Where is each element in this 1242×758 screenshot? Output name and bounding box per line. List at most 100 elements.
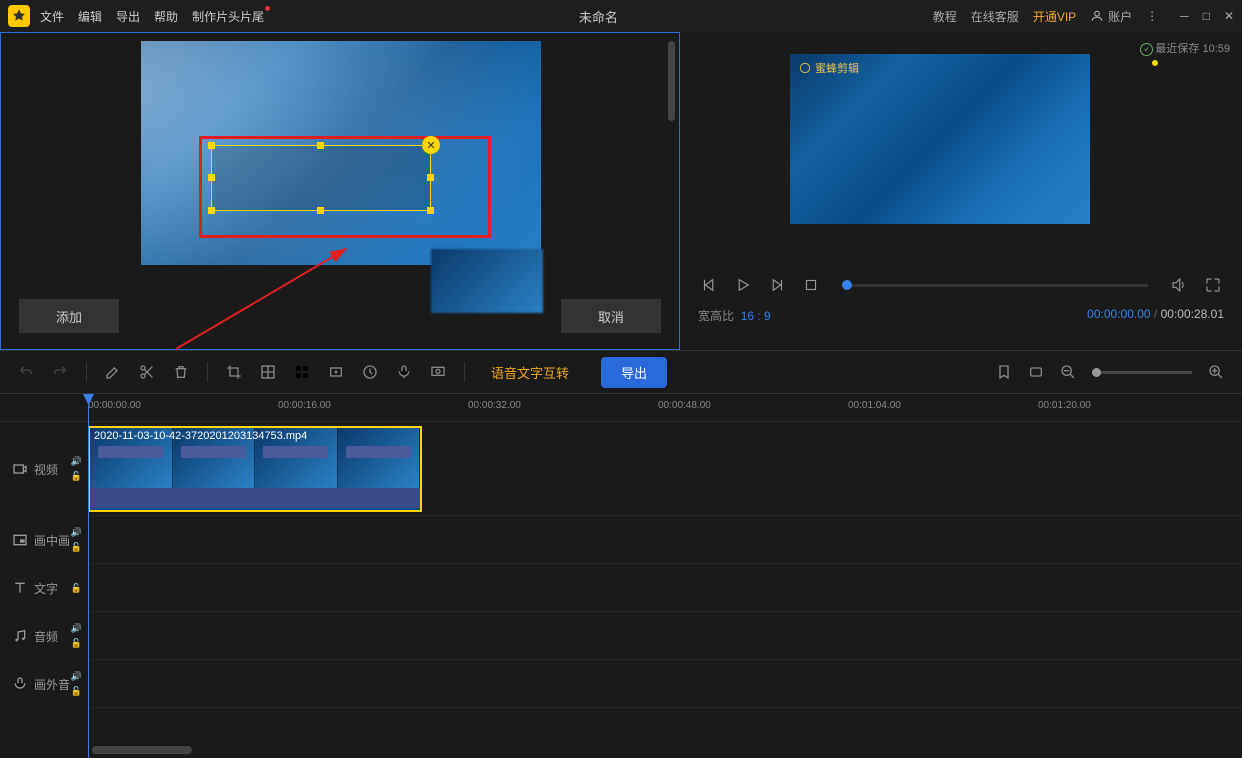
maximize-icon[interactable]: □	[1203, 9, 1210, 23]
account-link[interactable]: 账户	[1090, 8, 1132, 25]
audio-track-icon	[12, 628, 28, 644]
play-controls	[698, 274, 1224, 296]
next-frame-button[interactable]	[766, 274, 788, 296]
lock-icon[interactable]: 🔓	[71, 583, 82, 594]
text-track-icon	[12, 580, 28, 596]
audio-track[interactable]	[88, 612, 1242, 660]
cut-icon[interactable]	[139, 364, 155, 380]
video-track[interactable]: 2020-11-03-10-42-3720201203134753.mp4	[88, 422, 1242, 516]
lock-icon[interactable]: 🔓	[71, 542, 82, 553]
resize-handle[interactable]	[208, 174, 215, 181]
fit-icon[interactable]	[1028, 364, 1044, 380]
pip-track[interactable]	[88, 516, 1242, 564]
playhead[interactable]	[88, 394, 89, 758]
text-track[interactable]	[88, 564, 1242, 612]
delete-icon[interactable]	[173, 364, 189, 380]
menu-file[interactable]: 文件	[40, 8, 64, 25]
ruler-mark: 00:00:00.00	[88, 400, 141, 411]
lock-icon[interactable]: 🔓	[71, 471, 82, 482]
mute-icon[interactable]: 🔊	[71, 456, 82, 467]
resize-handle[interactable]	[208, 207, 215, 214]
redo-icon[interactable]	[52, 364, 68, 380]
play-button[interactable]	[732, 274, 754, 296]
zoom-out-icon[interactable]	[1060, 364, 1076, 380]
minimize-icon[interactable]: ─	[1180, 9, 1189, 23]
video-clip[interactable]: 2020-11-03-10-42-3720201203134753.mp4	[88, 426, 422, 512]
vertical-scrollbar[interactable]	[668, 41, 675, 121]
resize-handle[interactable]	[317, 207, 324, 214]
edit-icon[interactable]	[105, 364, 121, 380]
cancel-button[interactable]: 取消	[561, 299, 661, 333]
voice-to-text-button[interactable]: 语音文字互转	[491, 363, 569, 382]
preview-info: 宽高比 16 : 9 00:00:00.00 / 00:00:28.01	[698, 307, 1224, 324]
resize-handle[interactable]	[427, 174, 434, 181]
user-icon	[1090, 9, 1104, 23]
undo-icon[interactable]	[18, 364, 34, 380]
fullscreen-icon[interactable]	[1202, 274, 1224, 296]
resize-handle[interactable]	[208, 142, 215, 149]
crop-icon[interactable]	[226, 364, 242, 380]
watermark: 蜜蜂剪辑	[798, 60, 859, 76]
menu-help[interactable]: 帮助	[154, 8, 178, 25]
duration: 00:00:28.01	[1161, 307, 1224, 321]
titlebar: 文件 编辑 导出 帮助 制作片头片尾 未命名 教程 在线客服 开通VIP 账户 …	[0, 0, 1242, 32]
remove-selection-icon[interactable]: ✕	[422, 136, 440, 154]
more-icon[interactable]: ⋮	[1146, 9, 1158, 23]
clip-audio-waveform	[90, 488, 420, 508]
video-track-icon	[12, 461, 28, 477]
seek-thumb[interactable]	[842, 280, 852, 290]
add-button[interactable]: 添加	[19, 299, 119, 333]
voiceover-track[interactable]	[88, 660, 1242, 708]
tracks-area[interactable]: 2020-11-03-10-42-3720201203134753.mp4	[88, 422, 1242, 708]
pip-track-icon	[12, 532, 28, 548]
clip-filename: 2020-11-03-10-42-3720201203134753.mp4	[94, 430, 307, 442]
stop-button[interactable]	[800, 274, 822, 296]
track-label-video: 视频 🔊🔓	[0, 422, 88, 516]
main-menu: 文件 编辑 导出 帮助 制作片头片尾	[40, 8, 264, 25]
menu-intro-outro[interactable]: 制作片头片尾	[192, 8, 264, 25]
close-icon[interactable]: ✕	[1224, 9, 1234, 23]
timeline-ruler[interactable]: 00:00:00.00 00:00:16.00 00:00:32.00 00:0…	[0, 394, 1242, 422]
thumb-preview	[431, 249, 543, 313]
aspect-ratio[interactable]: 16 : 9	[741, 309, 771, 323]
mute-icon[interactable]: 🔊	[71, 671, 82, 682]
marker-icon[interactable]	[996, 364, 1012, 380]
tutorial-link[interactable]: 教程	[933, 8, 957, 25]
toolbar: 语音文字互转 导出	[0, 350, 1242, 394]
mute-icon[interactable]: 🔊	[71, 527, 82, 538]
screen-icon[interactable]	[430, 364, 446, 380]
online-service-link[interactable]: 在线客服	[971, 8, 1019, 25]
freeze-icon[interactable]	[328, 364, 344, 380]
selection-box[interactable]: ✕	[211, 145, 431, 211]
volume-icon[interactable]	[1168, 274, 1190, 296]
mic-icon[interactable]	[396, 364, 412, 380]
zoom-in-icon[interactable]	[1208, 364, 1224, 380]
voiceover-track-icon	[12, 676, 28, 692]
menu-export[interactable]: 导出	[116, 8, 140, 25]
mute-icon[interactable]: 🔊	[71, 623, 82, 634]
resize-handle[interactable]	[427, 207, 434, 214]
resize-handle[interactable]	[317, 142, 324, 149]
ruler-mark: 00:01:20.00	[1038, 400, 1091, 411]
video-preview[interactable]: 蜜蜂剪辑	[790, 54, 1090, 224]
indicator-dot	[1152, 60, 1158, 66]
app-logo	[8, 5, 30, 27]
export-button[interactable]: 导出	[601, 357, 667, 388]
mosaic-icon[interactable]	[260, 364, 276, 380]
ruler-mark: 00:00:48.00	[658, 400, 711, 411]
seek-bar[interactable]	[842, 284, 1148, 287]
grid-icon[interactable]	[294, 364, 310, 380]
bee-icon	[798, 61, 812, 75]
upper-panels: ✕ 添加 取消 最近保存 10:59 蜜蜂剪辑 宽高比 16 : 9	[0, 32, 1242, 350]
vip-link[interactable]: 开通VIP	[1033, 8, 1076, 25]
prev-frame-button[interactable]	[698, 274, 720, 296]
track-label-text: 文字 🔓	[0, 564, 88, 612]
edit-preview[interactable]: ✕	[141, 41, 541, 265]
lock-icon[interactable]: 🔓	[71, 686, 82, 697]
document-title: 未命名	[264, 7, 933, 26]
zoom-slider[interactable]	[1092, 371, 1192, 374]
horizontal-scrollbar[interactable]	[92, 746, 192, 754]
speed-icon[interactable]	[362, 364, 378, 380]
menu-edit[interactable]: 编辑	[78, 8, 102, 25]
lock-icon[interactable]: 🔓	[71, 638, 82, 649]
